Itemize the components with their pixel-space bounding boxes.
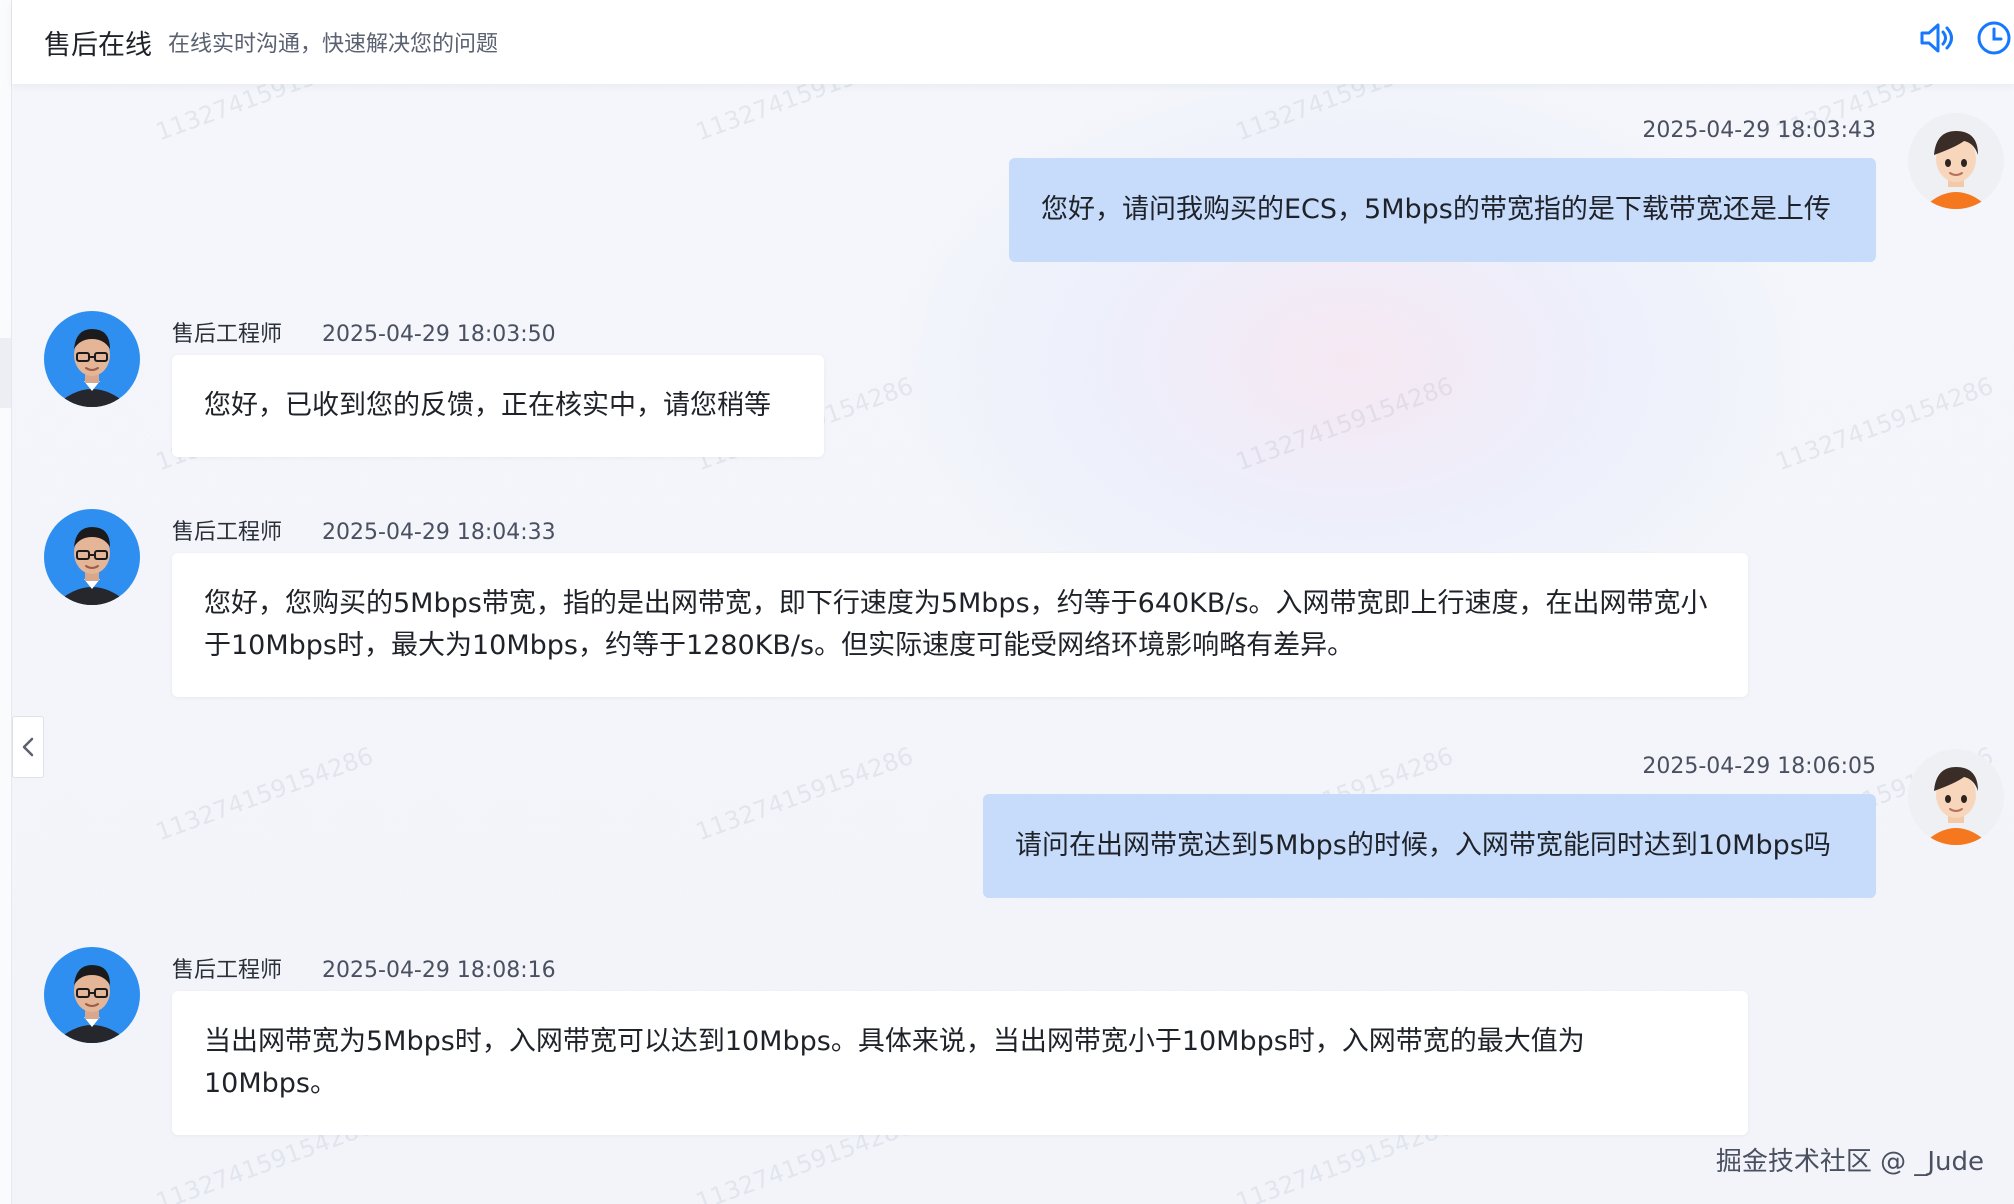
user-message-bubble: 您好，请问我购买的ECS，5Mbps的带宽指的是下载带宽还是上传: [1009, 158, 1876, 262]
user-avatar: [1908, 749, 2004, 845]
message-timestamp: 2025-04-29 18:04:33: [322, 520, 556, 545]
user-avatar: [1908, 113, 2004, 209]
message-timestamp: 2025-04-29 18:08:16: [322, 958, 556, 983]
watermark: 113274159154286: [1232, 371, 1457, 477]
message-meta: 售后工程师 2025-04-29 18:04:33: [172, 514, 556, 546]
watermark: 113274159154286: [692, 741, 917, 847]
agent-avatar: [44, 311, 140, 407]
chat-header: 售后在线 在线实时沟通，快速解决您的问题: [12, 0, 2014, 84]
clock-icon[interactable]: [1974, 18, 2014, 58]
page-subtitle: 在线实时沟通，快速解决您的问题: [168, 32, 499, 57]
agent-name: 售后工程师: [172, 958, 283, 983]
message-timestamp: 2025-04-29 18:06:05: [1642, 754, 1876, 779]
agent-avatar: [44, 947, 140, 1043]
message-timestamp: 2025-04-29 18:03:43: [1642, 118, 1876, 143]
speaker-icon[interactable]: [1916, 18, 1956, 58]
agent-avatar: [44, 509, 140, 605]
message-text: 当出网带宽为5Mbps时，入网带宽可以达到10Mbps。具体来说，当出网带宽小于…: [204, 1026, 1585, 1099]
message-text: 您好，您购买的5Mbps带宽，指的是出网带宽，即下行速度为5Mbps，约等于64…: [204, 588, 1708, 661]
message-timestamp: 2025-04-29 18:03:50: [322, 322, 556, 347]
message-meta: 售后工程师 2025-04-29 18:08:16: [172, 952, 556, 984]
message-text: 请问在出网带宽达到5Mbps的时候，入网带宽能同时达到10Mbps吗: [1015, 830, 1831, 861]
page-title: 售后在线: [44, 29, 152, 61]
source-watermark: 掘金技术社区 @ _Jude: [1715, 1147, 1984, 1177]
collapse-sidebar-button[interactable]: [12, 716, 44, 778]
watermark: 113274159154286: [152, 741, 377, 847]
left-panel-notch: [0, 338, 11, 408]
agent-message-bubble: 当出网带宽为5Mbps时，入网带宽可以达到10Mbps。具体来说，当出网带宽小于…: [172, 991, 1748, 1135]
user-message-bubble: 请问在出网带宽达到5Mbps的时候，入网带宽能同时达到10Mbps吗: [983, 794, 1876, 898]
message-text: 您好，请问我购买的ECS，5Mbps的带宽指的是下载带宽还是上传: [1041, 194, 1831, 225]
watermark: 113274159154286: [1772, 371, 1997, 477]
message-meta: 售后工程师 2025-04-29 18:03:50: [172, 316, 556, 348]
agent-name: 售后工程师: [172, 520, 283, 545]
agent-name: 售后工程师: [172, 322, 283, 347]
chevron-left-icon: [22, 737, 34, 757]
agent-message-bubble: 您好，您购买的5Mbps带宽，指的是出网带宽，即下行速度为5Mbps，约等于64…: [172, 553, 1748, 697]
header-actions: [1916, 18, 2014, 58]
agent-message-bubble: 您好，已收到您的反馈，正在核实中，请您稍等: [172, 355, 824, 457]
left-panel-edge: [0, 0, 12, 1204]
message-text: 您好，已收到您的反馈，正在核实中，请您稍等: [204, 390, 771, 421]
